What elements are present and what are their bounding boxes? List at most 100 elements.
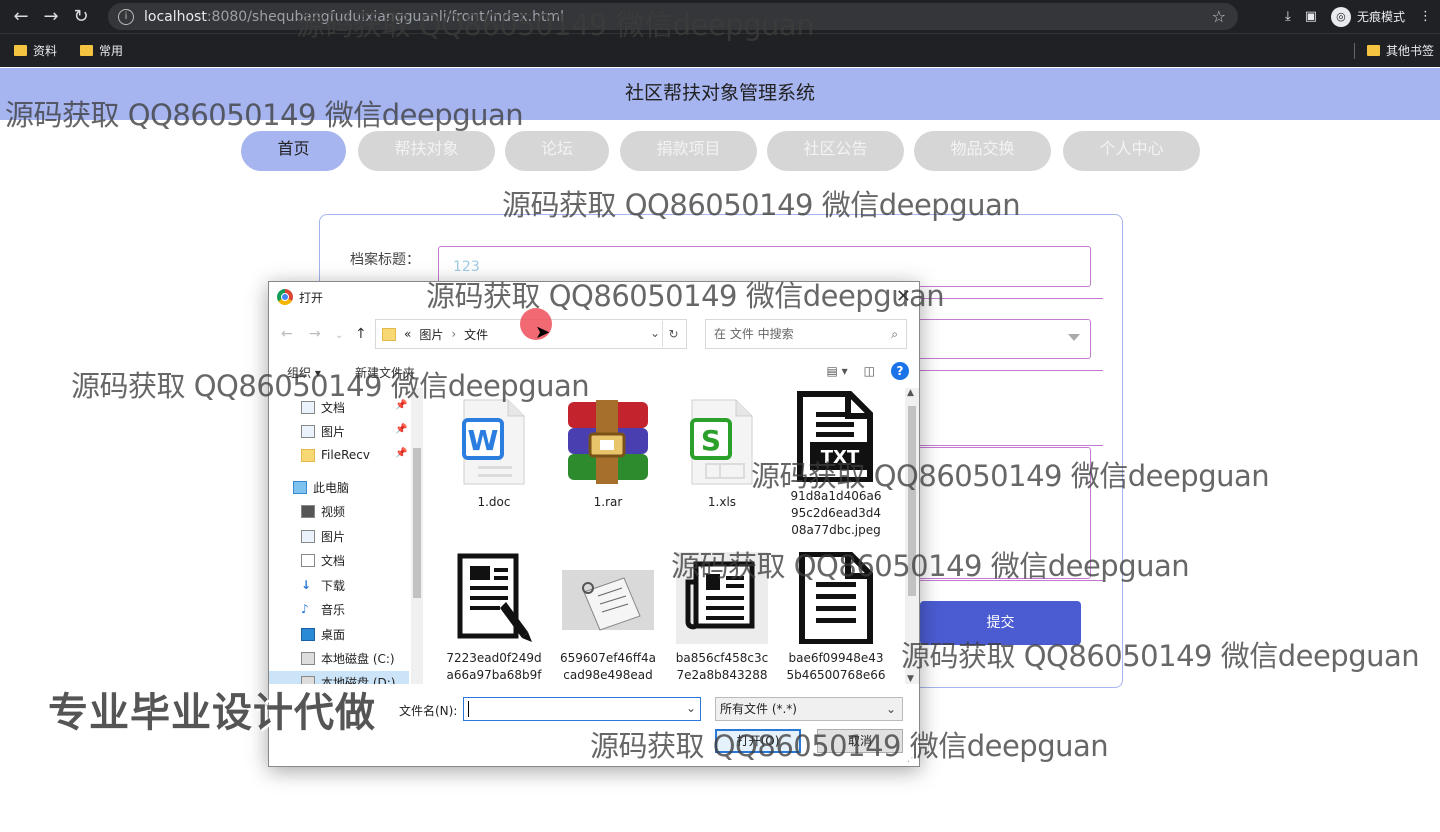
sidebar-item-label: FileRecv [321, 448, 370, 462]
breadcrumb-item[interactable]: 图片 [419, 326, 443, 343]
nav-notices[interactable]: 社区公告 [767, 131, 904, 171]
bookmark-label: 其他书签 [1386, 44, 1435, 58]
file-name: 1.doc [477, 495, 511, 509]
divider [1354, 42, 1355, 59]
submit-button[interactable]: 提交 [920, 601, 1081, 645]
open-button[interactable]: 打开(O) [715, 729, 801, 753]
scrollbar-thumb[interactable] [413, 448, 421, 598]
sidebar-item-this-pc[interactable]: 此电脑 [293, 476, 349, 498]
content-textarea[interactable] [920, 447, 1091, 579]
bookmark-folder[interactable]: 资料 [14, 42, 57, 59]
url-host: localhost [144, 8, 207, 25]
menu-icon[interactable]: ⋮ [1419, 9, 1432, 24]
file-item[interactable]: 7223ead0f249d a66a97ba68b9f [439, 552, 549, 684]
wps-writer-icon: W [448, 396, 540, 488]
title-label: 档案标题： [350, 252, 420, 268]
site-info-icon[interactable]: i [118, 8, 134, 25]
command-bar: 组织 ▾ 新建文件夹 ▤ ▾ ◫ ? [269, 360, 919, 384]
sidebar-item-music[interactable]: ♪ 音乐 [301, 598, 345, 620]
resize-grip-icon[interactable]: ⋰ [907, 753, 917, 764]
reload-icon[interactable]: ↻ [66, 6, 96, 27]
download-icon[interactable]: ⤓ [1285, 9, 1291, 24]
bookmark-star-icon[interactable]: ☆ [1212, 7, 1226, 26]
help-icon[interactable]: ? [891, 362, 909, 380]
sidebar-item-drive-c[interactable]: 本地磁盘 (C:) [301, 647, 395, 669]
sidebar-item-label: 图片 [321, 424, 346, 439]
document-lines-icon [790, 551, 882, 645]
svg-text:TXT: TXT [821, 447, 860, 468]
filetype-select[interactable]: 所有文件 (*.*) ⌄ [715, 697, 903, 721]
promo-watermark: 专业毕业设计代做 [48, 690, 376, 736]
sidebar-item-label: 桌面 [321, 627, 346, 642]
chevron-down-icon[interactable]: ⌄ [650, 326, 660, 340]
preview-pane-icon[interactable]: ◫ [864, 364, 875, 378]
sidebar-item-pictures[interactable]: 图片 [301, 525, 345, 547]
cancel-button[interactable]: 取消 [817, 729, 903, 753]
sidebar-item-desktop[interactable]: 桌面 [301, 623, 345, 645]
view-mode-icon[interactable]: ▤ ▾ [826, 364, 847, 378]
search-icon: ⌕ [891, 327, 898, 341]
nav-item-exchange[interactable]: 物品交换 [914, 131, 1051, 171]
pin-icon: 📌 [395, 424, 408, 435]
search-input[interactable]: 在 文件 中搜索 ⌕ [705, 319, 907, 349]
sidepanel-icon[interactable]: ▣ [1305, 9, 1317, 24]
scroll-down-icon[interactable]: ▼ [907, 674, 914, 684]
forward-icon[interactable]: → [36, 6, 66, 27]
mouse-cursor-icon: ➤ [535, 322, 551, 343]
sidebar-item-downloads[interactable]: ↓ 下载 [301, 574, 345, 596]
sidebar-item-label: 文档 [321, 553, 346, 568]
dialog-title: 打开 [299, 290, 324, 305]
forward-icon[interactable]: → [309, 326, 321, 342]
sidebar-item-documents[interactable]: 文档 [301, 549, 345, 571]
breadcrumb-overflow[interactable]: « [404, 327, 411, 341]
file-item[interactable]: ba856cf458c3c 7e2a8b843288 [667, 552, 777, 684]
close-icon[interactable]: ✕ [896, 286, 911, 307]
bookmark-label: 资料 [33, 44, 58, 58]
chevron-down-icon[interactable]: ⌄ [686, 701, 696, 715]
scrollbar-thumb[interactable] [908, 406, 916, 596]
bookmark-folder[interactable]: 常用 [80, 42, 123, 59]
back-icon[interactable]: ← [6, 6, 36, 27]
nav-home[interactable]: 首页 [241, 131, 346, 171]
nav-forum[interactable]: 论坛 [505, 131, 609, 171]
address-bar[interactable]: i localhost:8080/shequbangfuduixiangguan… [108, 3, 1238, 30]
incognito-badge[interactable]: ◎ 无痕模式 [1330, 6, 1405, 27]
file-list: W 1.doc 1.rar S 1.xls TXT 91d8a1d406a6 9… [427, 388, 903, 684]
sidebar-item-pictures[interactable]: 图片 [301, 420, 345, 442]
navigation-pane: 文档 📌 图片 📌 FileRecv 📌 此电脑 视频 图片 文档 ↓ 下载 ♪ 音… [269, 388, 411, 684]
sidebar-item-documents[interactable]: 文档 [301, 396, 345, 418]
organize-button[interactable]: 组织 ▾ [287, 364, 321, 381]
bookmark-label: 常用 [99, 44, 124, 58]
recent-dropdown-icon[interactable]: ⌄ [335, 330, 343, 341]
file-item[interactable]: bae6f09948e43 5b46500768e66 [781, 551, 891, 684]
back-icon[interactable]: ← [281, 326, 293, 342]
file-item[interactable]: 1.rar [553, 396, 663, 511]
document-pen-icon [448, 552, 540, 644]
scroll-up-icon[interactable]: ▲ [907, 388, 914, 398]
nav-profile[interactable]: 个人中心 [1063, 131, 1200, 171]
new-folder-button[interactable]: 新建文件夹 [355, 364, 415, 381]
svg-text:S: S [701, 424, 721, 457]
up-icon[interactable]: ↑ [355, 326, 367, 342]
nav-donations[interactable]: 捐款项目 [620, 131, 757, 171]
file-item[interactable]: TXT 91d8a1d406a6 95c2d6ead3d4 08a77dbc.j… [781, 390, 891, 539]
file-name: 1.xls [707, 495, 737, 509]
sidebar-item-filerecv[interactable]: FileRecv [301, 444, 370, 466]
breadcrumb-item[interactable]: 文件 [464, 326, 488, 343]
filename-input[interactable]: ⌄ [463, 697, 701, 721]
file-list-scrollbar[interactable]: ▲ ▼ [905, 388, 919, 684]
file-item[interactable]: W 1.doc [439, 396, 549, 511]
filetype-value: 所有文件 (*.*) [720, 702, 797, 716]
other-bookmarks[interactable]: 其他书签 [1354, 42, 1434, 59]
sidebar-item-videos[interactable]: 视频 [301, 500, 345, 522]
pictures-icon [301, 529, 315, 543]
refresh-icon[interactable]: ↻ [662, 321, 684, 347]
nav-label: 捐款项目 [656, 139, 721, 158]
file-item[interactable]: S 1.xls [667, 396, 777, 511]
music-icon: ♪ [301, 602, 309, 616]
sidebar-scrollbar[interactable] [411, 388, 423, 684]
nav-help-targets[interactable]: 帮扶对象 [358, 131, 495, 171]
file-item[interactable]: 659607ef46ff4a cad98e498ead [553, 552, 663, 684]
pictures-icon [301, 424, 315, 438]
nav-label: 社区公告 [803, 139, 868, 158]
